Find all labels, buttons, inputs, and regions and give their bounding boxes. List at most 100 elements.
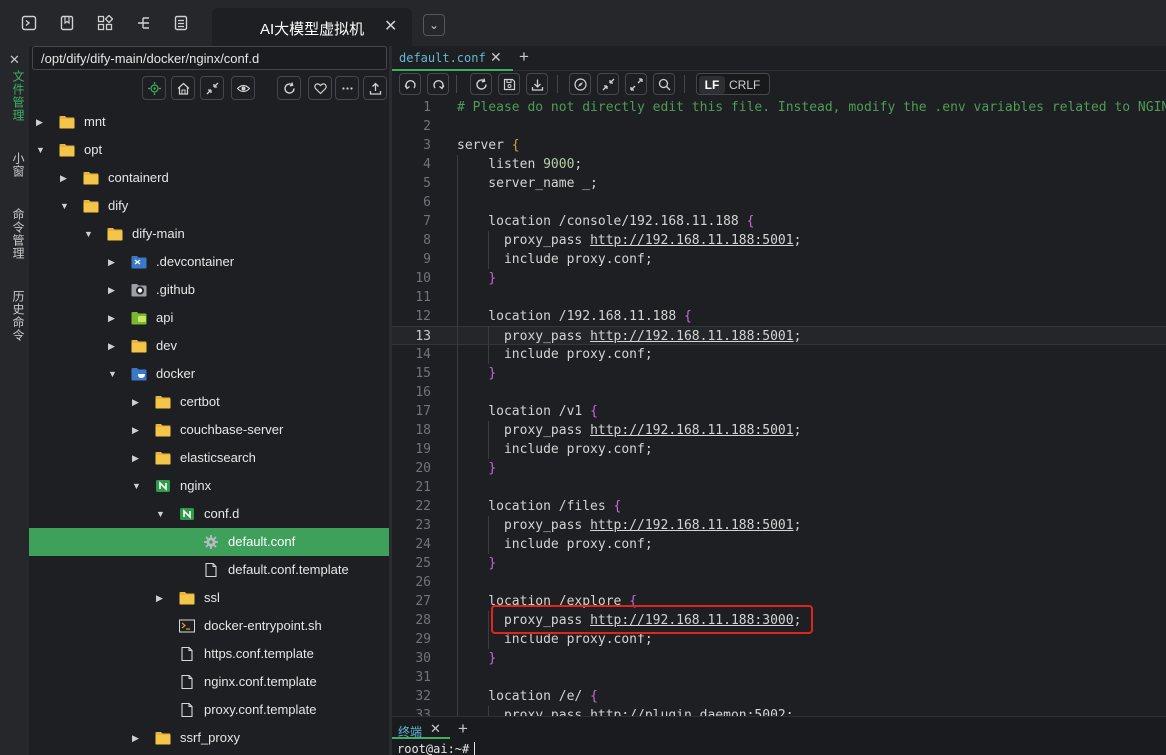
eol-lf-button[interactable]: LF (699, 76, 725, 94)
code-line[interactable]: 11 (392, 288, 1166, 307)
code-line[interactable]: 6 (392, 193, 1166, 212)
code-area[interactable]: 1 # Please do not directly edit this file… (392, 98, 1166, 716)
close-icon[interactable]: ✕ (430, 721, 441, 737)
bookmark-icon[interactable] (59, 15, 75, 31)
tree-item[interactable]: ▼ dify-main (29, 220, 389, 248)
tree-item[interactable]: default.conf (29, 528, 389, 556)
expand-all-button[interactable] (625, 73, 647, 95)
code-line[interactable]: 2 (392, 117, 1166, 136)
more-button[interactable] (335, 76, 359, 100)
code-line[interactable]: 22 location /files { (392, 497, 1166, 516)
tab-dropdown-button[interactable]: ⌄ (423, 14, 445, 36)
search-button[interactable] (653, 73, 675, 95)
tree-item[interactable]: docker-entrypoint.sh (29, 612, 389, 640)
tree-item[interactable]: ▶ api (29, 304, 389, 332)
code-line[interactable]: 30 } (392, 649, 1166, 668)
tab-mini-window[interactable]: 小窗 (6, 152, 25, 178)
tree-item[interactable]: ▶ dev (29, 332, 389, 360)
chevron-down-icon[interactable]: ▼ (36, 145, 45, 155)
chevron-down-icon[interactable]: ▼ (156, 509, 165, 519)
chevron-right-icon[interactable]: ▶ (108, 313, 115, 324)
code-line[interactable]: 31 (392, 668, 1166, 687)
tree-item[interactable]: ▶ elasticsearch (29, 444, 389, 472)
tree-item[interactable]: ▼ opt (29, 136, 389, 164)
tree-item[interactable]: ▶ ssl (29, 584, 389, 612)
toggle-hidden-button[interactable] (231, 76, 255, 100)
format-button[interactable] (569, 73, 591, 95)
tree-item[interactable]: ▶ certbot (29, 388, 389, 416)
save-button[interactable] (498, 73, 520, 95)
code-line[interactable]: 1 # Please do not directly edit this file… (392, 98, 1166, 117)
code-line[interactable]: 24 include proxy.conf; (392, 535, 1166, 554)
tree-item[interactable]: ▶ containerd (29, 164, 389, 192)
terminal-icon[interactable] (21, 15, 37, 31)
chevron-right-icon[interactable]: ▶ (60, 173, 67, 184)
locate-button[interactable] (142, 76, 166, 100)
chevron-right-icon[interactable]: ▶ (36, 117, 43, 128)
chevron-down-icon[interactable]: ▼ (108, 369, 117, 379)
tree-item[interactable]: default.conf.template (29, 556, 389, 584)
code-line[interactable]: 32 location /e/ { (392, 687, 1166, 706)
download-button[interactable] (526, 73, 548, 95)
reload-button[interactable] (470, 73, 492, 95)
code-line[interactable]: 5 server_name _; (392, 174, 1166, 193)
code-line[interactable]: 25 } (392, 554, 1166, 573)
session-tab[interactable]: AI大模型虚拟机 ✕ (212, 8, 412, 46)
close-icon[interactable]: ✕ (9, 52, 20, 68)
code-line[interactable]: 16 (392, 383, 1166, 402)
code-line[interactable]: 20 } (392, 459, 1166, 478)
chevron-right-icon[interactable]: ▶ (132, 425, 139, 436)
refresh-button[interactable] (277, 76, 301, 100)
tree-item[interactable]: ▶ .devcontainer (29, 248, 389, 276)
tree-item[interactable]: ▼ conf.d (29, 500, 389, 528)
code-line[interactable]: 21 (392, 478, 1166, 497)
tab-default-conf[interactable]: default.conf ✕ (392, 46, 513, 71)
server-icon[interactable] (173, 15, 189, 31)
tab-history-commands[interactable]: 历史命令 (6, 290, 25, 342)
add-terminal-icon[interactable]: + (458, 719, 468, 739)
tab-command-manager[interactable]: 命令管理 (6, 208, 25, 260)
code-line[interactable]: 14 include proxy.conf; (392, 345, 1166, 364)
tree-item[interactable]: ▶ ssrf_proxy (29, 724, 389, 752)
close-icon[interactable]: ✕ (384, 16, 397, 36)
tree-item[interactable]: ▶ mnt (29, 108, 389, 136)
chevron-right-icon[interactable]: ▶ (132, 733, 139, 744)
chevron-right-icon[interactable]: ▶ (156, 593, 163, 604)
code-line[interactable]: 23 proxy_pass http://192.168.11.188:5001… (392, 516, 1166, 535)
chevron-right-icon[interactable]: ▶ (132, 453, 139, 464)
chevron-right-icon[interactable]: ▶ (132, 397, 139, 408)
code-line[interactable]: 9 include proxy.conf; (392, 250, 1166, 269)
code-line[interactable]: 13 proxy_pass http://192.168.11.188:5001… (392, 326, 1166, 345)
chevron-down-icon[interactable]: ▼ (84, 229, 93, 239)
tree-item[interactable]: ▼ docker (29, 360, 389, 388)
path-input[interactable]: /opt/dify/dify-main/docker/nginx/conf.d (32, 46, 387, 70)
upload-button[interactable] (363, 76, 387, 100)
undo-button[interactable] (399, 73, 421, 95)
terminal-prompt[interactable]: root@ai:~# (397, 742, 469, 755)
code-line[interactable]: 12 location /192.168.11.188 { (392, 307, 1166, 326)
tab-terminal[interactable]: 终端 ✕ (392, 717, 450, 739)
code-line[interactable]: 33 proxy_pass http://plugin_daemon:5002; (392, 706, 1166, 716)
tree-item[interactable]: proxy.conf.template (29, 696, 389, 724)
tree-item[interactable]: ▼ dify (29, 192, 389, 220)
code-line[interactable]: 17 location /v1 { (392, 402, 1166, 421)
collapse-all-button[interactable] (597, 73, 619, 95)
code-line[interactable]: 19 include proxy.conf; (392, 440, 1166, 459)
close-icon[interactable]: ✕ (490, 49, 502, 66)
home-button[interactable] (171, 76, 195, 100)
code-line[interactable]: 18 proxy_pass http://192.168.11.188:5001… (392, 421, 1166, 440)
grid-icon[interactable] (97, 15, 113, 31)
collapse-button[interactable] (200, 76, 224, 100)
tree-item[interactable]: ▼ nginx (29, 472, 389, 500)
code-line[interactable]: 7 location /console/192.168.11.188 { (392, 212, 1166, 231)
code-line[interactable]: 26 (392, 573, 1166, 592)
hierarchy-icon[interactable] (136, 15, 152, 31)
tab-file-manager[interactable]: 文件管理 (6, 70, 25, 122)
tree-item[interactable]: ▶ .github (29, 276, 389, 304)
chevron-down-icon[interactable]: ▼ (60, 201, 69, 211)
add-tab-icon[interactable]: + (519, 47, 529, 67)
chevron-right-icon[interactable]: ▶ (108, 257, 115, 268)
redo-button[interactable] (427, 73, 449, 95)
tree-item[interactable]: ▶ couchbase-server (29, 416, 389, 444)
favorite-button[interactable] (308, 76, 332, 100)
